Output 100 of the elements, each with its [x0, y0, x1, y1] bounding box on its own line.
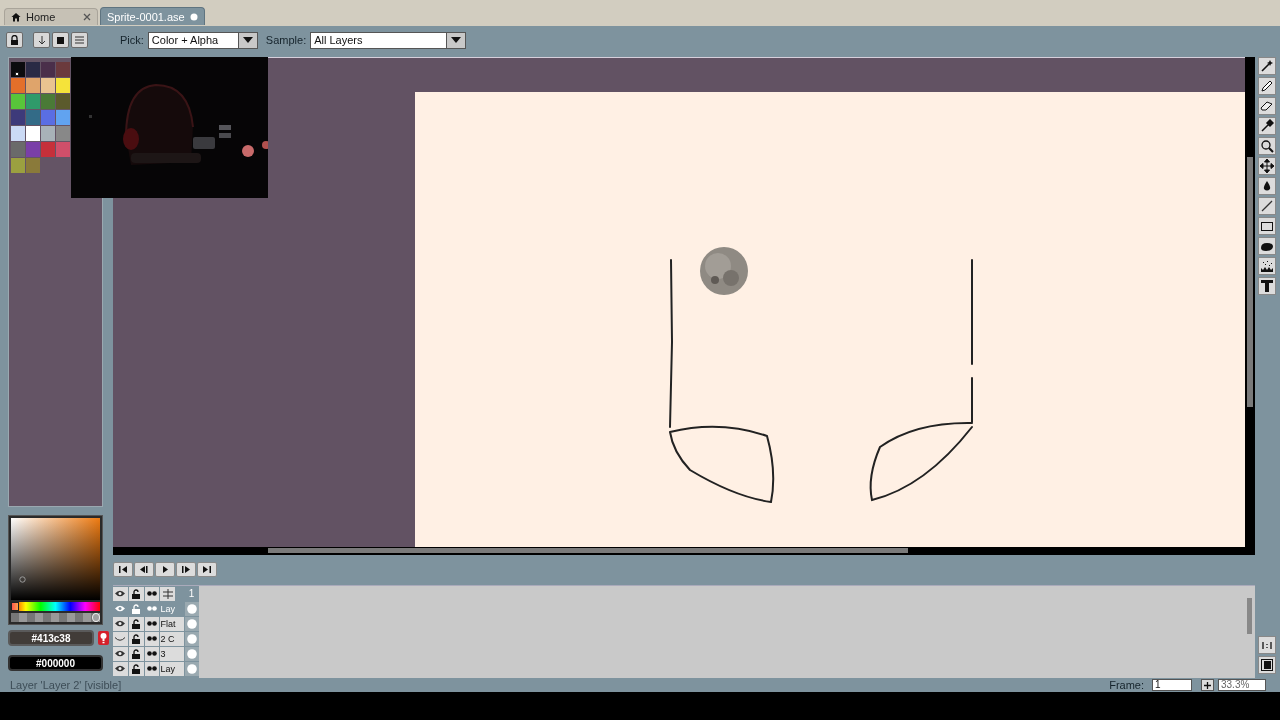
line-tool-icon[interactable]: [1258, 197, 1276, 215]
square-icon: [57, 36, 64, 44]
palette-swatch[interactable]: [41, 110, 55, 125]
zoom-field[interactable]: 33.3%: [1218, 679, 1266, 691]
palette-swatch[interactable]: [56, 94, 70, 109]
menu-button[interactable]: [71, 32, 88, 48]
continuous-icon[interactable]: [147, 621, 158, 626]
palette-swatch[interactable]: [41, 94, 55, 109]
previous-frame-button[interactable]: [134, 562, 154, 577]
eye-icon[interactable]: [115, 665, 126, 672]
palette-swatch[interactable]: [11, 62, 25, 77]
sample-dropdown[interactable]: All Layers: [310, 31, 467, 49]
continuous-icon[interactable]: [147, 591, 158, 596]
pencil-tool-icon[interactable]: [1258, 77, 1276, 95]
last-frame-icon: [203, 566, 211, 573]
zoom-tool-icon[interactable]: [1258, 137, 1276, 155]
line-icon: [1260, 199, 1274, 213]
palette-swatch[interactable]: [56, 110, 70, 125]
text-tool-icon[interactable]: [1258, 277, 1276, 295]
palette-swatch[interactable]: [11, 94, 25, 109]
palette-swatch[interactable]: [56, 62, 70, 77]
close-icon[interactable]: [83, 13, 91, 21]
continuous-icon[interactable]: [147, 651, 158, 656]
wand-tool-icon[interactable]: [1258, 57, 1276, 75]
bucket-tool-icon[interactable]: [1258, 177, 1276, 195]
sample-label: Sample:: [265, 34, 307, 46]
lock-button[interactable]: [6, 32, 23, 48]
palette-swatch[interactable]: [11, 142, 25, 157]
cel-cell[interactable]: [185, 646, 199, 661]
move-tool-icon[interactable]: [1258, 157, 1276, 175]
palette-swatch[interactable]: [26, 126, 40, 141]
eye-icon[interactable]: [115, 620, 126, 627]
square-button[interactable]: [52, 32, 69, 48]
last-frame-button[interactable]: [197, 562, 217, 577]
cel-cell[interactable]: [185, 601, 199, 616]
continuous-icon[interactable]: [147, 666, 158, 671]
play-button[interactable]: [155, 562, 175, 577]
palette-swatch[interactable]: [11, 126, 25, 141]
first-frame-icon: [119, 566, 127, 573]
palette-swatch[interactable]: [26, 142, 40, 157]
spray-tool-icon[interactable]: [1258, 257, 1276, 275]
rectangle-tool-icon[interactable]: [1258, 217, 1276, 235]
document-tab[interactable]: Home: [4, 8, 98, 25]
frame-field[interactable]: 1: [1152, 679, 1192, 691]
layer-name[interactable]: Flat: [160, 616, 185, 631]
palette-swatch[interactable]: [11, 110, 25, 125]
panel-button[interactable]: [1258, 656, 1276, 674]
layer-settings-icon[interactable]: [162, 588, 173, 599]
palette-swatch[interactable]: [26, 62, 40, 77]
actual-size-button[interactable]: [1258, 636, 1276, 654]
cel-dot-icon: [187, 603, 198, 614]
unlocked-icon[interactable]: [132, 633, 141, 644]
palette-swatch[interactable]: [41, 62, 55, 77]
palette-swatch[interactable]: [56, 142, 70, 157]
first-frame-button[interactable]: [113, 562, 133, 577]
eraser-tool-icon[interactable]: [1258, 97, 1276, 115]
unlocked-icon[interactable]: [132, 648, 141, 659]
actual-size-icon: [1261, 640, 1273, 650]
foreground-color-field[interactable]: #413c38: [8, 630, 94, 646]
palette-swatch[interactable]: [26, 110, 40, 125]
palette-swatch[interactable]: [26, 158, 40, 173]
palette-swatch[interactable]: [41, 78, 55, 93]
add-frame-button[interactable]: [1201, 679, 1214, 691]
palette-swatch[interactable]: [26, 94, 40, 109]
next-frame-button[interactable]: [176, 562, 196, 577]
rectangle-icon: [1260, 219, 1274, 233]
warning-icon[interactable]: [98, 631, 109, 645]
plus-icon: [1204, 681, 1211, 689]
palette-swatch[interactable]: [56, 126, 70, 141]
eyedropper-tool-icon[interactable]: [1258, 117, 1276, 135]
palette-swatch[interactable]: [41, 126, 55, 141]
continuous-icon[interactable]: [147, 636, 158, 641]
down-arrow-button[interactable]: [33, 32, 50, 48]
palette-swatch[interactable]: [11, 158, 25, 173]
slider-thumb[interactable]: [10, 602, 19, 611]
closed-eye-icon[interactable]: [115, 636, 126, 641]
lock-icon[interactable]: [132, 588, 141, 599]
alpha-slider[interactable]: [11, 613, 100, 622]
eye-icon[interactable]: [115, 590, 126, 597]
unlocked-icon[interactable]: [132, 618, 141, 629]
home-icon: [11, 12, 21, 22]
palette-swatch[interactable]: [11, 78, 25, 93]
timeline-scrollbar[interactable]: [1247, 598, 1252, 634]
layer-name[interactable]: 3: [160, 646, 185, 661]
cel-cell[interactable]: [185, 616, 199, 631]
palette-swatch[interactable]: [41, 142, 55, 157]
pick-dropdown[interactable]: Color + Alpha: [147, 31, 258, 49]
blob-tool-icon[interactable]: [1258, 237, 1276, 255]
cel-cell[interactable]: [185, 661, 199, 676]
background-color-field[interactable]: #000000: [8, 655, 103, 671]
eye-icon[interactable]: [115, 650, 126, 657]
cel-cell[interactable]: [185, 631, 199, 646]
palette-swatch[interactable]: [26, 78, 40, 93]
layer-name[interactable]: 2 C: [160, 631, 185, 646]
hue-slider[interactable]: [11, 602, 100, 611]
color-picker[interactable]: [8, 515, 103, 625]
layer-name[interactable]: Lay: [160, 661, 185, 676]
palette-swatch[interactable]: [56, 78, 70, 93]
unlocked-icon[interactable]: [132, 663, 141, 674]
picker-cursor-icon[interactable]: [19, 576, 26, 583]
